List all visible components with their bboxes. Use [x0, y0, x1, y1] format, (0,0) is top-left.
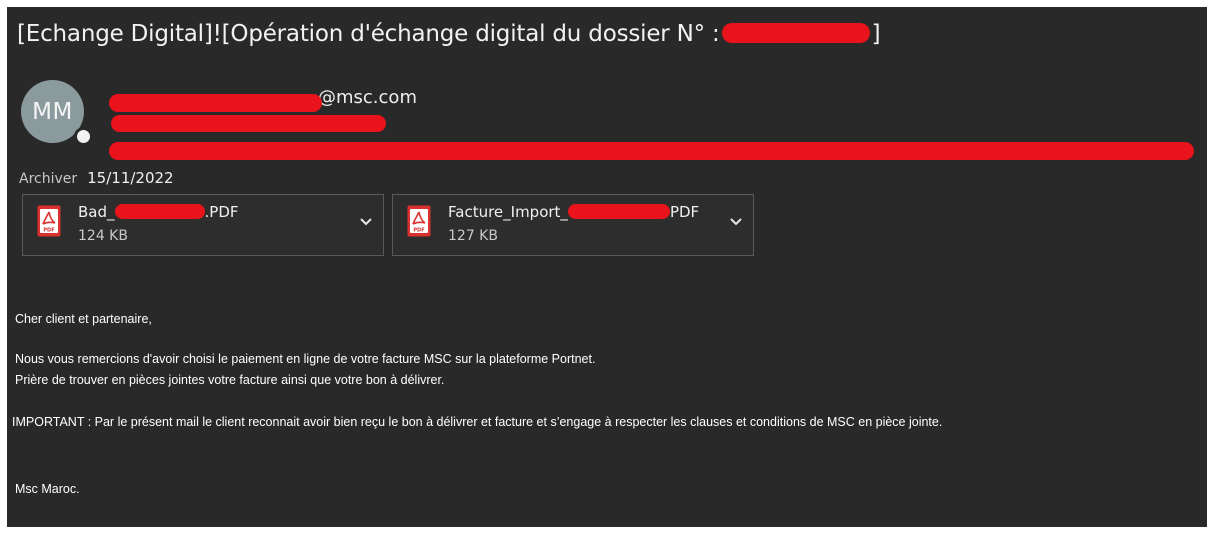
body-important-notice: IMPORTANT : Par le présent mail le clien… [12, 415, 943, 429]
redaction-bar [567, 204, 670, 219]
body-signature: Msc Maroc. [15, 482, 80, 496]
attachment-size: 127 KB [448, 228, 498, 244]
archive-label[interactable]: Archiver [19, 171, 77, 187]
email-subject: [Echange Digital]![Opération d'échange d… [17, 21, 881, 47]
redaction-bar [721, 23, 870, 43]
attachment-name-suffix: PDF [669, 203, 700, 221]
subject-suffix: ] [871, 21, 881, 47]
body-greeting: Cher client et partenaire, [15, 312, 152, 326]
pdf-icon: PDF [37, 205, 61, 237]
body-paragraph: Nous vous remercions d'avoir choisi le p… [15, 352, 596, 366]
attachment-name-suffix: .PDF [204, 203, 239, 221]
attachment-card[interactable]: PDF Facture_Import_ PDF 127 KB [392, 194, 754, 256]
attachment-name-prefix: Bad_ [78, 203, 115, 221]
body-paragraph: Prière de trouver en pièces jointes votr… [15, 373, 445, 387]
message-meta: Archiver 15/11/2022 [19, 169, 174, 187]
pdf-icon: PDF [407, 205, 431, 237]
redaction-bar [114, 204, 205, 219]
attachment-name: Facture_Import_ PDF [448, 203, 699, 221]
subject-text: [Echange Digital]![Opération d'échange d… [17, 21, 720, 47]
message-date: 15/11/2022 [87, 169, 174, 187]
sender-domain: @msc.com [318, 87, 417, 108]
attachment-name-prefix: Facture_Import_ [448, 203, 568, 221]
redaction-bar [111, 115, 386, 132]
redaction-bar [109, 94, 322, 112]
email-reading-pane: [Echange Digital]![Opération d'échange d… [7, 7, 1207, 527]
avatar-initials: MM [32, 98, 73, 125]
presence-status-icon [74, 127, 93, 146]
chevron-down-icon[interactable] [729, 217, 743, 227]
svg-text:PDF: PDF [413, 228, 424, 234]
svg-text:PDF: PDF [43, 228, 54, 234]
redaction-bar [109, 142, 1194, 160]
attachment-size: 124 KB [78, 228, 128, 244]
attachment-name: Bad_ .PDF [78, 203, 239, 221]
attachment-card[interactable]: PDF Bad_ .PDF 124 KB [22, 194, 384, 256]
chevron-down-icon[interactable] [359, 217, 373, 227]
